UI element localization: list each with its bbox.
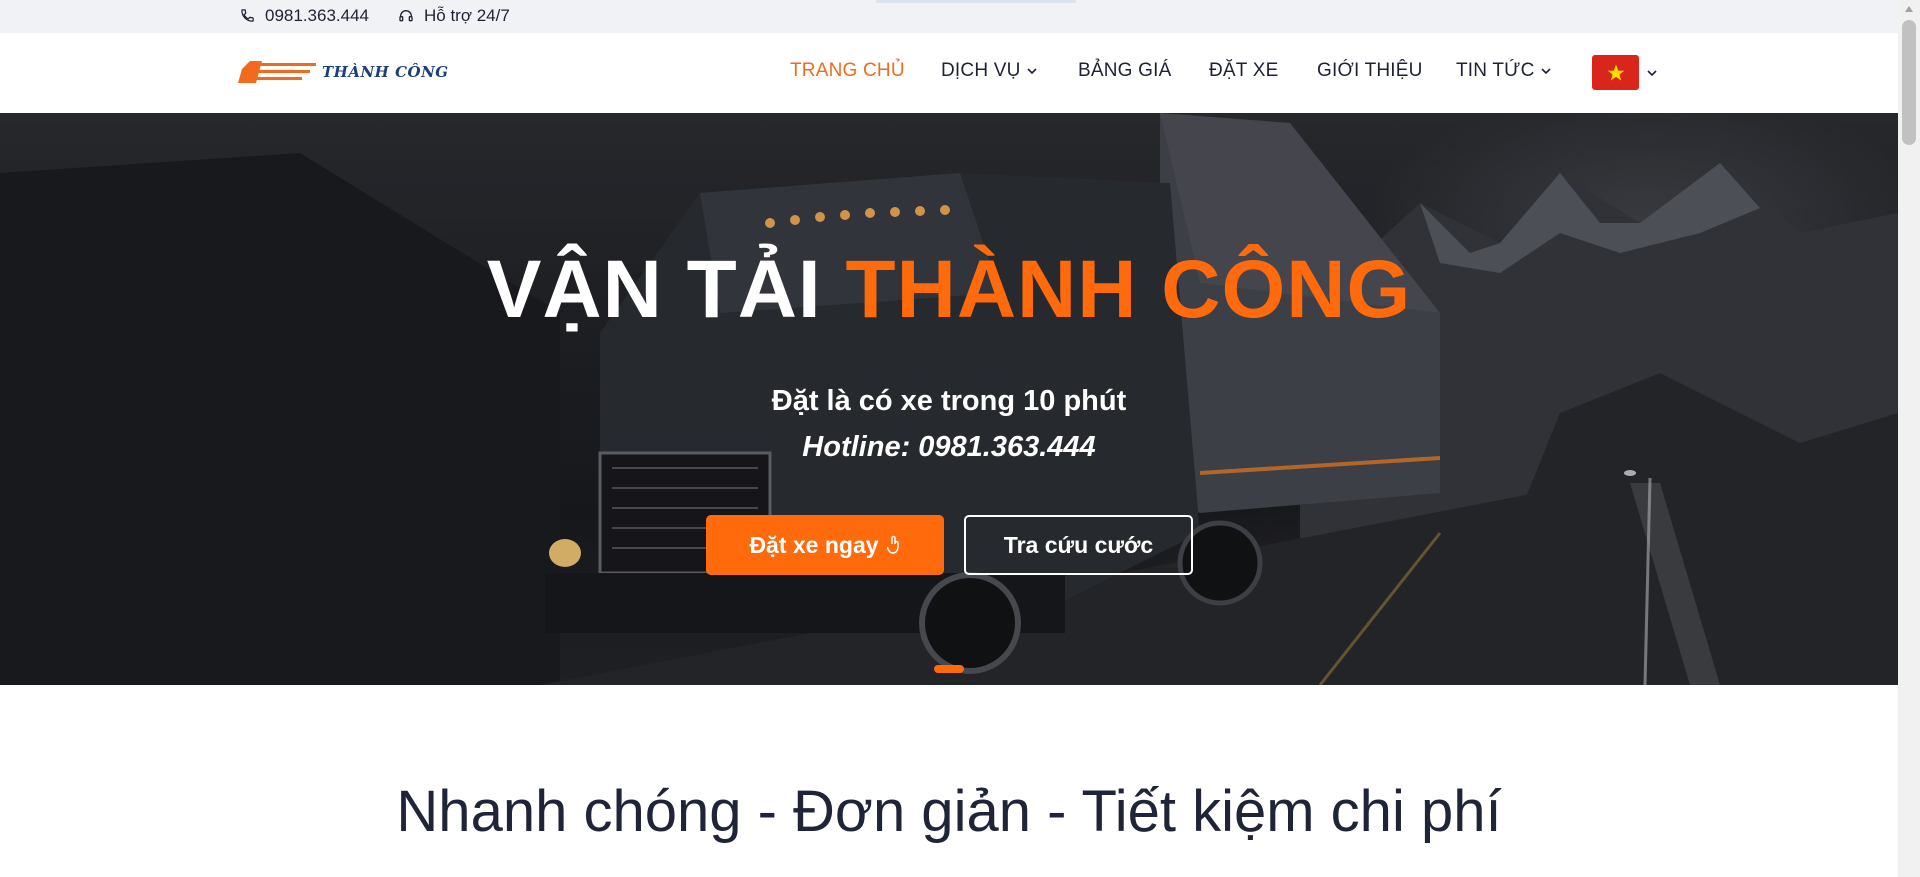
topbar-phone[interactable]: 0981.363.444 — [240, 0, 369, 31]
nav-news[interactable]: TIN TỨC — [1456, 60, 1551, 82]
slider-dot-active[interactable] — [934, 665, 964, 673]
nav-services-label: DỊCH VỤ — [941, 60, 1021, 81]
hero-title-accent: THÀNH CÔNG — [845, 244, 1412, 335]
chevron-down-icon — [1540, 68, 1551, 75]
section-title: Nhanh chóng - Đơn giản - Tiết kiệm chi p… — [396, 779, 1502, 844]
headset-icon — [399, 9, 413, 21]
language-switcher[interactable] — [1592, 55, 1657, 90]
topbar-support-text: Hỗ trợ 24/7 — [424, 5, 510, 25]
nav-home[interactable]: TRANG CHỦ — [790, 60, 905, 82]
main-nav: TRANG CHỦ DỊCH VỤ BẢNG GIÁ ĐẶT XE GIỚI T… — [0, 33, 1898, 113]
hero-subtitle: Đặt là có xe trong 10 phút — [771, 385, 1127, 417]
vietnam-flag-icon — [1592, 55, 1639, 90]
check-rates-label: Tra cứu cước — [1003, 531, 1154, 558]
topbar-support[interactable]: Hỗ trợ 24/7 — [398, 0, 510, 31]
nav-about-label: GIỚI THIỆU — [1317, 60, 1423, 81]
nav-services[interactable]: DỊCH VỤ — [941, 60, 1037, 82]
scrollbar-thumb[interactable] — [1902, 20, 1916, 145]
scroll-up-arrow-icon[interactable] — [1898, 0, 1920, 18]
book-now-label: Đặt xe ngay — [749, 531, 879, 558]
hero-hotline: Hotline: 0981.363.444 — [802, 431, 1096, 463]
hero-banner: VẬN TẢI THÀNH CÔNG Đặt là có xe trong 10… — [0, 113, 1898, 685]
chevron-down-icon — [1647, 69, 1657, 76]
nav-pricing-label: BẢNG GIÁ — [1078, 60, 1172, 81]
nav-home-label: TRANG CHỦ — [790, 60, 905, 81]
nav-pricing[interactable]: BẢNG GIÁ — [1078, 60, 1171, 82]
touch-icon — [886, 535, 899, 554]
site-header: THÀNH CÔNG TRANG CHỦ DỊCH VỤ BẢNG GIÁ ĐẶ… — [0, 33, 1898, 113]
topbar-phone-text: 0981.363.444 — [265, 5, 369, 25]
nav-booking-label: ĐẶT XE — [1209, 60, 1279, 81]
top-bar: 0981.363.444 Hỗ trợ 24/7 — [0, 0, 1898, 33]
loading-progress-bar — [876, 0, 1076, 3]
nav-about[interactable]: GIỚI THIỆU — [1317, 60, 1423, 82]
nav-booking[interactable]: ĐẶT XE — [1209, 60, 1278, 82]
phone-icon — [241, 9, 254, 22]
chevron-down-icon — [1026, 68, 1037, 75]
hero-title: VẬN TẢI THÀNH CÔNG — [0, 243, 1898, 337]
book-now-button[interactable]: Đặt xe ngay — [706, 515, 944, 575]
check-rates-button[interactable]: Tra cứu cước — [964, 515, 1193, 575]
hero-title-white: VẬN TẢI — [486, 244, 822, 335]
nav-news-label: TIN TỨC — [1456, 60, 1535, 81]
page-scrollbar[interactable] — [1898, 0, 1920, 877]
